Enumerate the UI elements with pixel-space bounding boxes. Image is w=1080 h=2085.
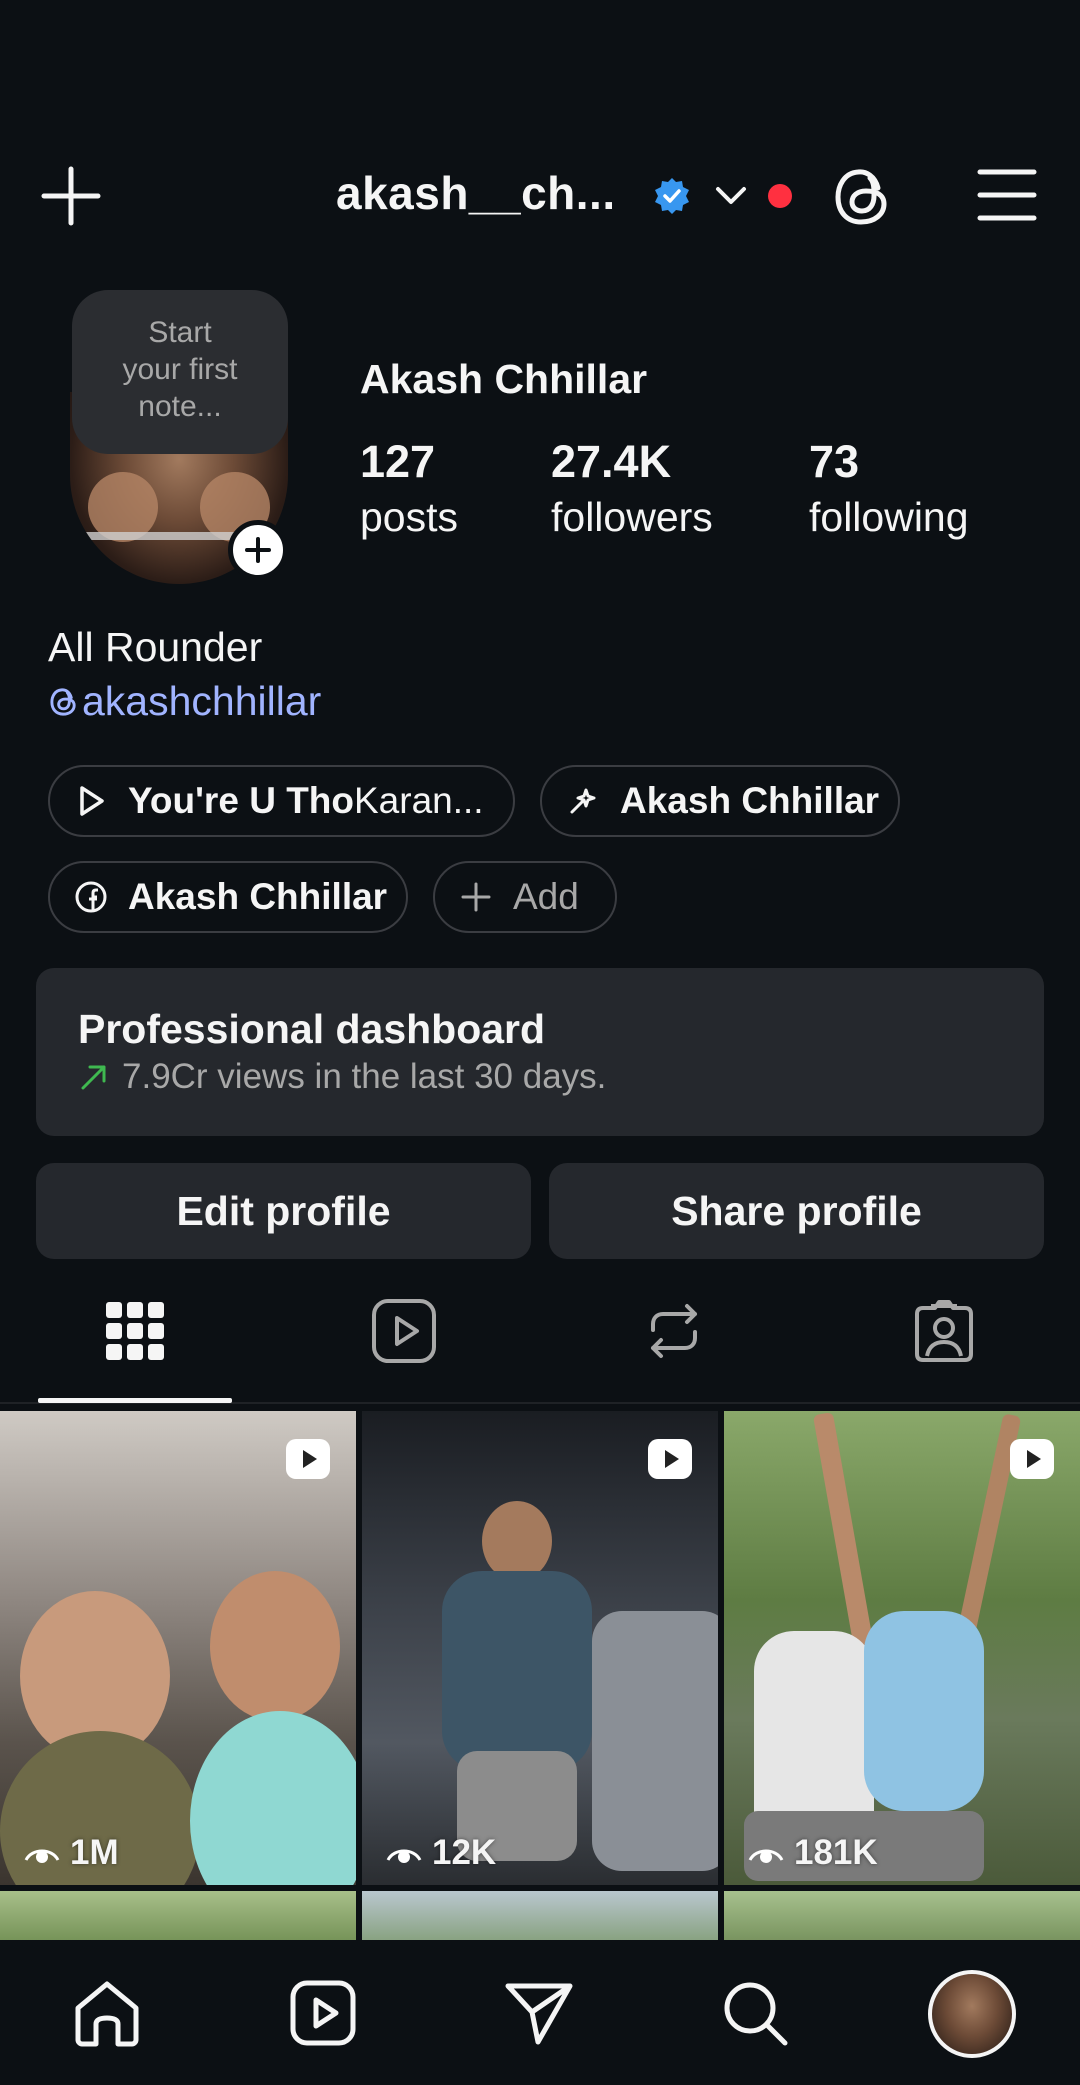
eye-icon bbox=[24, 1849, 60, 1863]
grid-icon[interactable] bbox=[100, 1296, 170, 1366]
dashboard-subtitle: 7.9Cr views in the last 30 days. bbox=[122, 1057, 607, 1096]
reel-badge-icon bbox=[648, 1439, 692, 1479]
post-tile[interactable]: 12K bbox=[362, 1411, 718, 1885]
eye-icon bbox=[748, 1849, 784, 1863]
note-line: Start bbox=[148, 316, 212, 349]
note-line: your first bbox=[122, 353, 238, 386]
post-tile[interactable]: 1M bbox=[0, 1411, 356, 1885]
threads-handle: akashchhillar bbox=[82, 678, 322, 724]
facebook-icon bbox=[75, 881, 107, 913]
post-tile[interactable]: 181K bbox=[724, 1411, 1080, 1885]
threads-link[interactable]: akashchhillar bbox=[48, 678, 321, 725]
reel-badge-icon bbox=[286, 1439, 330, 1479]
search-icon[interactable] bbox=[720, 1978, 790, 2048]
chip-label-rest: Karan... bbox=[354, 780, 484, 821]
chip-label: Akash Chhillar bbox=[128, 876, 388, 917]
share-profile-button[interactable]: Share profile bbox=[549, 1163, 1044, 1259]
view-count-text: 1M bbox=[70, 1833, 119, 1872]
profile-avatar[interactable] bbox=[928, 1970, 1016, 2058]
trending-up-icon bbox=[81, 1065, 106, 1090]
dashboard-title: Professional dashboard bbox=[78, 1006, 546, 1052]
professional-dashboard[interactable]: Professional dashboard 7.9Cr views in th… bbox=[36, 968, 1044, 1136]
active-tab-indicator bbox=[38, 1398, 232, 1403]
stat-count: 73 bbox=[809, 436, 860, 487]
reels-icon[interactable] bbox=[369, 1296, 439, 1366]
view-count: 1M bbox=[24, 1833, 119, 1873]
view-count-text: 181K bbox=[794, 1833, 878, 1872]
edit-profile-button[interactable]: Edit profile bbox=[36, 1163, 531, 1259]
plus-icon bbox=[245, 537, 271, 563]
profile-name: Akash Chhillar bbox=[360, 356, 648, 402]
stat-posts[interactable]: 127 posts bbox=[360, 434, 458, 544]
stat-label: following bbox=[809, 494, 969, 540]
chip-label: Add bbox=[513, 876, 579, 917]
play-icon bbox=[80, 786, 104, 816]
home-icon[interactable] bbox=[72, 1978, 142, 2048]
add-story-button[interactable] bbox=[228, 520, 288, 580]
username-title[interactable]: akash__ch... bbox=[336, 166, 616, 220]
view-count: 12K bbox=[386, 1833, 496, 1873]
bio-text: All Rounder bbox=[48, 624, 263, 670]
reposts-icon[interactable] bbox=[639, 1296, 709, 1366]
verified-badge-icon bbox=[655, 178, 689, 214]
sparkle-icon bbox=[570, 788, 596, 814]
dashboard-subtitle-row: 7.9Cr views in the last 30 days. bbox=[78, 1057, 1044, 1097]
eye-icon bbox=[386, 1849, 422, 1863]
top-bar: akash__ch... bbox=[0, 150, 1080, 240]
stat-label: posts bbox=[360, 494, 458, 540]
creator-chip[interactable]: Akash Chhillar bbox=[540, 765, 900, 837]
reels-icon[interactable] bbox=[288, 1978, 358, 2048]
chevron-down-icon[interactable] bbox=[714, 180, 748, 210]
stat-label: followers bbox=[551, 494, 713, 540]
stat-count: 27.4K bbox=[551, 436, 672, 487]
add-link-chip[interactable]: Add bbox=[433, 861, 617, 933]
tagged-icon[interactable] bbox=[909, 1296, 979, 1366]
chip-label: You're U Tho bbox=[128, 780, 354, 821]
direct-message-icon[interactable] bbox=[504, 1978, 574, 2048]
plus-icon[interactable] bbox=[40, 165, 102, 227]
notification-dot bbox=[768, 184, 792, 208]
facebook-chip[interactable]: Akash Chhillar bbox=[48, 861, 408, 933]
stat-followers[interactable]: 27.4K followers bbox=[551, 434, 713, 544]
plus-icon bbox=[461, 882, 491, 912]
music-chip[interactable]: You're U Tho Karan... bbox=[48, 765, 515, 837]
note-bubble[interactable]: Start your first note... bbox=[72, 290, 288, 454]
view-count: 181K bbox=[748, 1833, 878, 1873]
profile-tabs bbox=[0, 1270, 1080, 1404]
chip-label: Akash Chhillar bbox=[620, 780, 880, 821]
reel-badge-icon bbox=[1010, 1439, 1054, 1479]
threads-icon bbox=[50, 687, 76, 716]
hamburger-menu-icon[interactable] bbox=[976, 166, 1038, 224]
view-count-text: 12K bbox=[432, 1833, 497, 1872]
stat-count: 127 bbox=[360, 436, 436, 487]
threads-icon[interactable] bbox=[830, 164, 896, 230]
note-line: note... bbox=[138, 390, 222, 423]
bottom-navigation bbox=[0, 1940, 1080, 2085]
stat-following[interactable]: 73 following bbox=[809, 434, 969, 544]
